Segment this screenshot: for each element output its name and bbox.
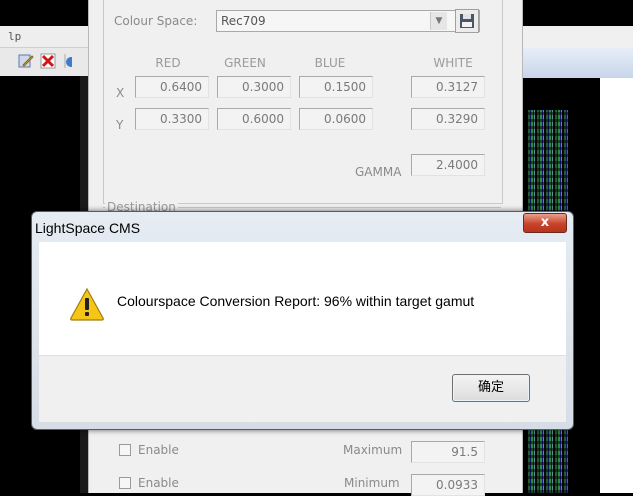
dialog-message: Colourspace Conversion Report: 96% withi… (117, 293, 475, 309)
gamma-input[interactable]: 2.4000 (411, 154, 485, 176)
header-blue: BLUE (314, 56, 346, 70)
menu-item-help[interactable]: lp (8, 30, 21, 43)
toolbar-separator (62, 53, 76, 69)
background-window-titlebar (0, 0, 88, 26)
minimum-label: Minimum (344, 476, 400, 490)
green-x-input[interactable]: 0.3000 (217, 76, 291, 98)
save-button[interactable] (455, 9, 479, 33)
white-y-input[interactable]: 0.3290 (411, 108, 485, 130)
red-y-input[interactable]: 0.3300 (135, 108, 209, 130)
dialog-footer: 确定 (39, 355, 566, 422)
gamma-label: GAMMA (355, 165, 402, 179)
header-green: GREEN (224, 56, 266, 70)
row-y-label: Y (116, 118, 124, 132)
enable-label-1: Enable (138, 443, 179, 457)
dialog-body: Colourspace Conversion Report: 96% withi… (39, 242, 566, 355)
green-y-input[interactable]: 0.6000 (217, 108, 291, 130)
red-x-input[interactable]: 0.6400 (135, 76, 209, 98)
enable-minimum-checkbox[interactable] (119, 477, 131, 489)
header-white: WHITE (433, 56, 473, 70)
row-x-label: X (116, 86, 125, 100)
ok-button[interactable]: 确定 (452, 374, 530, 402)
blue-y-input[interactable]: 0.0600 (299, 108, 373, 130)
background-toolbar-right (523, 48, 633, 78)
colour-space-value: Rec709 (221, 14, 266, 28)
background-white-area (600, 78, 633, 493)
background-titlebar-right (523, 0, 633, 26)
background-menu-bar: lp (0, 26, 88, 48)
maximum-label: Maximum (343, 443, 403, 457)
delete-icon[interactable] (40, 53, 56, 69)
colour-space-label: Colour Space: (114, 14, 198, 28)
enable-maximum-checkbox[interactable] (119, 444, 131, 456)
maximum-input[interactable]: 91.5 (411, 441, 485, 463)
dialog-title: LightSpace CMS (35, 220, 141, 236)
background-toolbar (0, 48, 88, 76)
chevron-down-icon[interactable]: ▼ (430, 12, 447, 30)
blue-x-input[interactable]: 0.1500 (299, 76, 373, 98)
background-menu-right (523, 26, 633, 49)
header-red: RED (155, 56, 181, 70)
message-dialog: LightSpace CMS x Colourspace Conversion … (31, 211, 574, 430)
edit-icon[interactable] (18, 53, 34, 69)
white-x-input[interactable]: 0.3127 (411, 76, 485, 98)
colour-space-select[interactable]: Rec709 ▼ (216, 10, 480, 32)
warning-icon (69, 287, 105, 324)
close-icon: x (540, 215, 550, 230)
floppy-disk-icon (460, 14, 474, 28)
enable-label-2: Enable (138, 476, 179, 490)
close-button[interactable]: x (523, 213, 567, 233)
